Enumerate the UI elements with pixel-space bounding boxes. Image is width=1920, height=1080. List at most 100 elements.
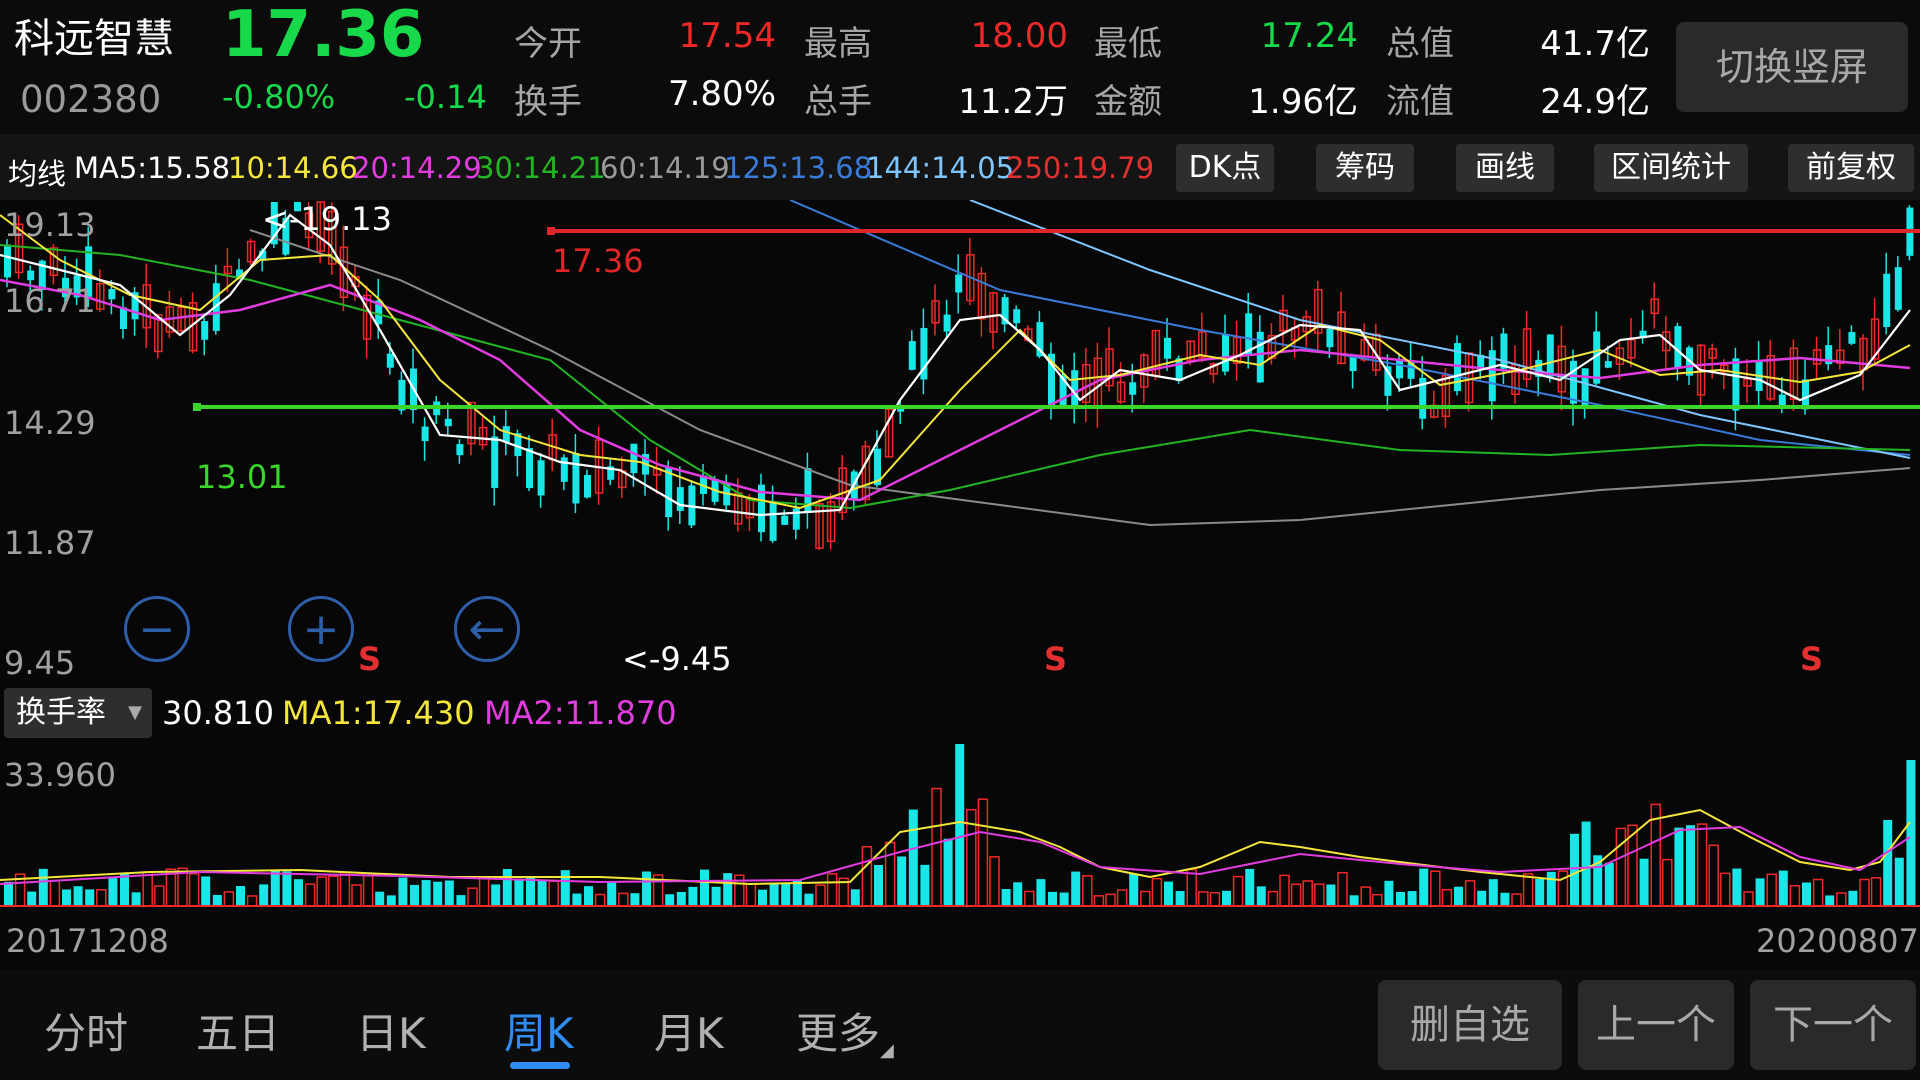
- zoom-in-button[interactable]: +: [288, 596, 354, 662]
- candle-body: [676, 487, 684, 511]
- volume-bar: [398, 877, 408, 906]
- volume-bar: [1755, 878, 1765, 906]
- kline-chart[interactable]: [0, 200, 1920, 686]
- volume-bar: [236, 886, 245, 906]
- volume-bar: [62, 889, 71, 906]
- candle-body: [1013, 309, 1021, 324]
- volume-bar: [1848, 890, 1858, 906]
- corner-triangle-icon: ◢: [880, 1040, 894, 1061]
- volume-bar: [1430, 870, 1441, 907]
- volume-bar: [316, 876, 327, 907]
- low-marker: <-9.45: [622, 640, 732, 678]
- volume-bar: [1604, 862, 1614, 906]
- volume-bar: [73, 886, 83, 906]
- volume-bar: [1581, 821, 1591, 906]
- date-end: 20200807: [1756, 922, 1919, 960]
- volume-bar: [421, 880, 431, 906]
- tab-five-day[interactable]: 五日: [196, 1000, 280, 1061]
- volume-bar: [1267, 890, 1279, 907]
- volume-bar: [572, 893, 582, 906]
- candle-body: [769, 501, 777, 541]
- volume-bar: [201, 876, 211, 906]
- quote-value-amount: 1.96亿: [1248, 82, 1358, 122]
- volume-bar: [1639, 858, 1649, 906]
- volume-bar: [1686, 825, 1695, 906]
- candle-body: [572, 453, 580, 504]
- y-tick-5: 9.45: [4, 644, 76, 682]
- candle-body: [1129, 382, 1137, 395]
- switch-portrait-button[interactable]: 切换竖屏: [1676, 22, 1908, 112]
- volume-bar: [1870, 877, 1882, 907]
- indicator-select[interactable]: 换手率 ▼: [4, 688, 152, 738]
- candle-body: [1396, 360, 1403, 379]
- volume-bar: [1349, 895, 1359, 906]
- volume-bar: [1256, 886, 1266, 906]
- volume-bar: [1570, 833, 1579, 906]
- volume-bar: [1720, 872, 1731, 907]
- volume-bar: [723, 873, 733, 906]
- support-label: 13.01: [196, 458, 288, 496]
- scroll-back-button[interactable]: ←: [454, 596, 520, 662]
- candle-body: [908, 341, 916, 370]
- candle-body: [502, 426, 510, 443]
- current-price: 17.36: [222, 0, 425, 72]
- candle-body: [1883, 273, 1891, 328]
- volume-bar: [362, 875, 374, 907]
- ma60-line: [249, 229, 1911, 527]
- candle-body: [386, 353, 394, 368]
- volume-bar: [745, 883, 757, 907]
- range-stats-button[interactable]: 区间统计: [1594, 144, 1748, 192]
- tab-more[interactable]: 更多◢: [796, 1000, 894, 1061]
- candle-body: [943, 314, 951, 332]
- draw-line-button[interactable]: 画线: [1456, 144, 1554, 192]
- chips-button[interactable]: 筹码: [1316, 144, 1414, 192]
- volume-bar: [467, 887, 478, 907]
- volume-bar: [1140, 890, 1151, 907]
- tab-more-label: 更多: [796, 1009, 881, 1058]
- volume-bar: [1048, 891, 1057, 906]
- indicator-select-label: 换手率: [16, 695, 106, 730]
- volume-bar: [758, 889, 767, 906]
- tab-intraday[interactable]: 分时: [44, 1000, 128, 1061]
- next-stock-button[interactable]: 下一个: [1750, 980, 1916, 1070]
- candle-body: [1732, 358, 1740, 411]
- y-tick-4: 11.87: [4, 524, 96, 562]
- tab-monthly-k[interactable]: 月K: [654, 1000, 724, 1061]
- candle-body: [1349, 356, 1357, 372]
- candle-body: [421, 426, 429, 442]
- volume-bar: [1360, 886, 1371, 907]
- volume-bar: [351, 884, 362, 907]
- volume-bar: [328, 875, 339, 907]
- candle-body: [1581, 368, 1589, 406]
- minus-icon: −: [138, 604, 176, 655]
- dk-point-button[interactable]: DK点: [1176, 144, 1274, 192]
- tab-weekly-k[interactable]: 周K: [504, 1000, 574, 1061]
- volume-bar: [642, 871, 651, 906]
- y-tick-1: 19.13: [4, 206, 96, 244]
- remove-watchlist-button[interactable]: 删自选: [1378, 980, 1562, 1070]
- volume-bar: [339, 872, 351, 907]
- candlesticks: [4, 201, 1914, 550]
- volume-bar: [1859, 878, 1870, 907]
- volume-bar: [1662, 858, 1673, 907]
- volume-bar: [1883, 820, 1893, 906]
- volume-bar: [1696, 823, 1708, 907]
- resistance-line-start: [547, 227, 555, 235]
- volume-bar: [1024, 890, 1035, 907]
- volume-bar: [1674, 827, 1684, 906]
- quote-value-market-cap: 41.7亿: [1540, 24, 1650, 64]
- previous-stock-button[interactable]: 上一个: [1578, 980, 1734, 1070]
- volume-bar: [1825, 895, 1835, 906]
- volume-bar: [1778, 870, 1788, 906]
- volume-bar: [49, 879, 61, 907]
- volume-bar: [1198, 891, 1209, 907]
- volume-bar: [1164, 881, 1173, 906]
- forward-adjust-button[interactable]: 前复权: [1788, 144, 1914, 192]
- volume-bar: [1384, 880, 1394, 906]
- volume-bar: [444, 880, 454, 906]
- zoom-out-button[interactable]: −: [124, 596, 190, 662]
- candle-body: [665, 467, 673, 518]
- tab-daily-k[interactable]: 日K: [356, 1000, 426, 1061]
- volume-bar: [1232, 875, 1244, 907]
- volume-bar: [270, 869, 280, 906]
